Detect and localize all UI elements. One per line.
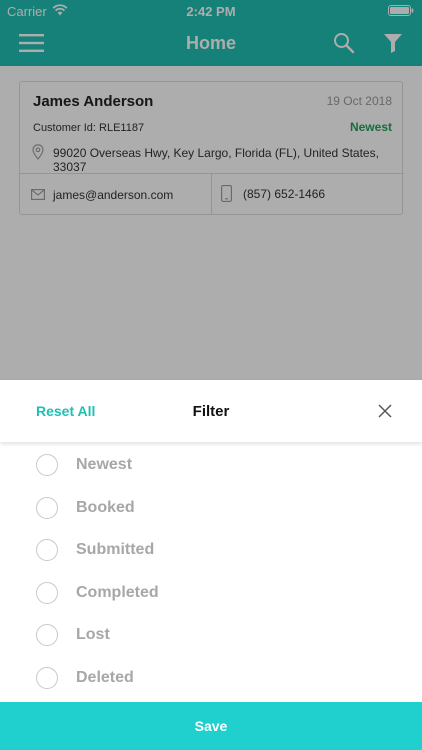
- radio-button[interactable]: [36, 582, 58, 604]
- radio-button[interactable]: [36, 624, 58, 646]
- save-button[interactable]: Save: [0, 702, 422, 750]
- filter-option-submitted[interactable]: Submitted: [36, 537, 336, 563]
- radio-button[interactable]: [36, 539, 58, 561]
- filter-option-label: Deleted: [76, 669, 134, 686]
- filter-option-deleted[interactable]: Deleted: [36, 665, 336, 691]
- filter-option-label: Newest: [76, 456, 133, 473]
- close-icon[interactable]: [377, 403, 393, 419]
- radio-button[interactable]: [36, 667, 58, 689]
- filter-title: Filter: [192, 403, 230, 420]
- filter-sheet: Reset All Filter Newest Booked Submitted…: [0, 380, 422, 750]
- filter-option-label: Booked: [76, 499, 135, 516]
- filter-option-label: Completed: [76, 584, 159, 601]
- filter-option-booked[interactable]: Booked: [36, 495, 336, 521]
- filter-option-label: Lost: [76, 626, 110, 643]
- filter-option-newest[interactable]: Newest: [36, 452, 336, 478]
- filter-option-label: Submitted: [76, 541, 155, 558]
- radio-button[interactable]: [36, 497, 58, 519]
- filter-option-completed[interactable]: Completed: [36, 580, 336, 606]
- filter-sheet-header: Reset All Filter: [0, 380, 422, 442]
- radio-button[interactable]: [36, 454, 58, 476]
- filter-option-lost[interactable]: Lost: [36, 622, 336, 648]
